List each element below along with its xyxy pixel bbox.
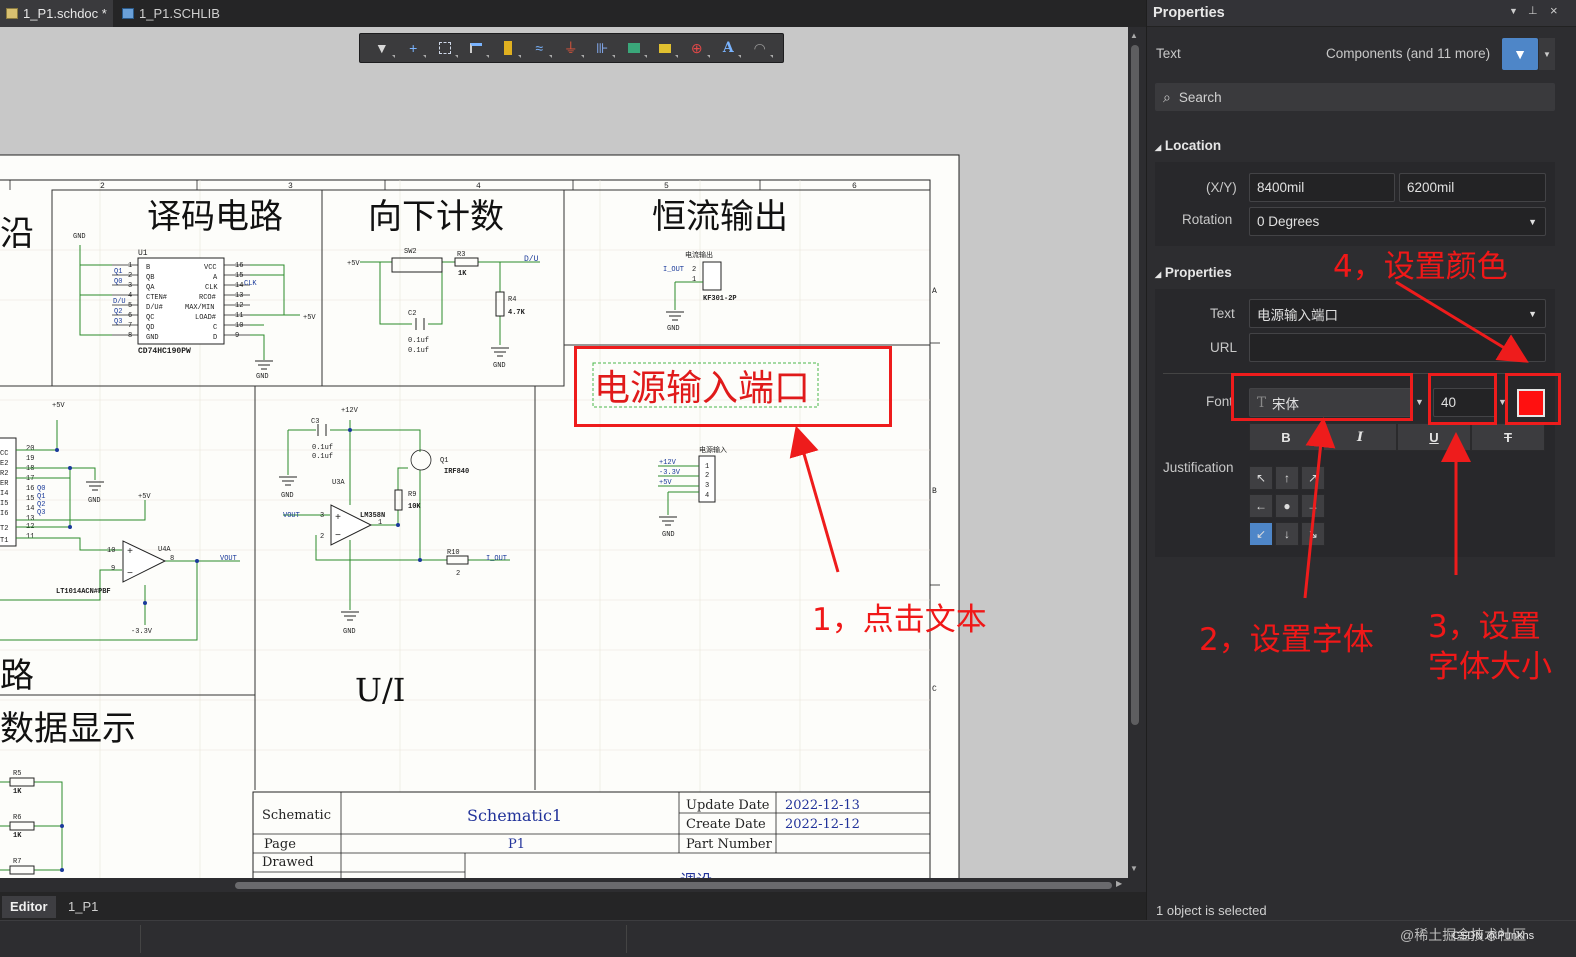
annotation-step3a: 3，设置 — [1428, 609, 1541, 645]
annotation-step2: 2，设置字体 — [1199, 622, 1374, 658]
arrow-4 — [1395, 280, 1529, 363]
arrow-1 — [789, 425, 840, 573]
annotation-arrows — [789, 280, 1529, 599]
watermark-sub: CSDN @Punkhs — [1452, 930, 1535, 942]
annotation-step3b: 字体大小 — [1428, 649, 1552, 685]
annotation-step1: 1，点击文本 — [812, 602, 987, 638]
arrow-2 — [1303, 417, 1336, 599]
annotation-step4: 4，设置颜色 — [1333, 249, 1508, 285]
